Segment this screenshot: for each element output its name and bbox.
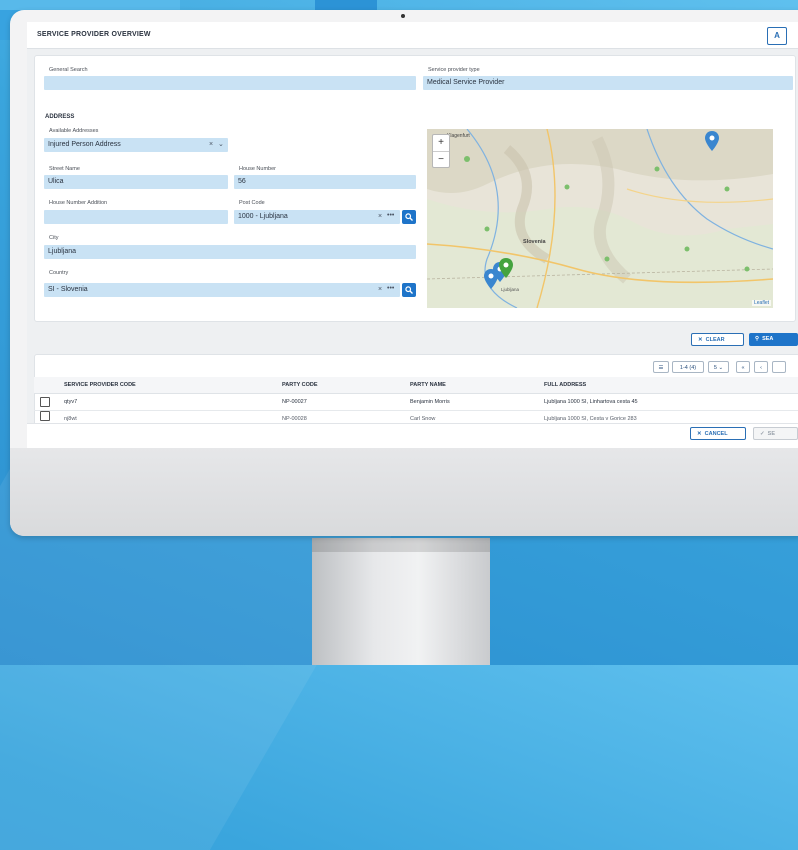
general-search-label: General Search — [49, 67, 88, 73]
dialog-footer — [27, 423, 798, 448]
search-button[interactable]: ⚲ SEA — [749, 333, 798, 346]
zoom-in-button[interactable]: + — [433, 135, 449, 152]
corner-button[interactable]: A — [767, 27, 787, 45]
clear-button-label: CLEAR — [705, 337, 725, 343]
house-number-label: House Number — [239, 166, 276, 172]
country-label: Country — [49, 270, 69, 276]
map-view[interactable]: Klagenfurt Slovenia Ljubljana + − Leafle… — [427, 129, 773, 308]
column-header[interactable]: PARTY CODE — [276, 377, 404, 394]
house-number-input[interactable]: 56 — [234, 175, 416, 189]
more-icon[interactable]: ••• — [387, 209, 394, 223]
column-header[interactable]: FULL ADDRESS — [538, 377, 798, 394]
post-code-value: 1000 - Ljubljana — [238, 213, 288, 220]
full-address-cell: Ljubljana 1000 SI, Linhartova cesta 45 — [538, 393, 798, 411]
country-search-button[interactable] — [402, 283, 416, 297]
list-view-button[interactable]: ☰ — [653, 361, 669, 373]
map-zoom-control: + − — [432, 134, 450, 168]
search-icon — [405, 213, 413, 221]
clear-button[interactable]: ✕ CLEAR — [691, 333, 744, 346]
background-shape — [0, 0, 180, 10]
available-addresses-value: Injured Person Address — [48, 141, 121, 148]
page-size-value: 5 — [713, 365, 717, 371]
party-code-cell: NP-00027 — [276, 393, 404, 411]
clear-icon[interactable]: × — [378, 283, 382, 297]
clear-icon[interactable]: × — [378, 210, 382, 224]
map-pin-icon[interactable] — [484, 269, 498, 289]
clear-icon[interactable]: × — [209, 138, 213, 152]
street-name-label: Street Name — [49, 166, 80, 172]
prev-page-button[interactable]: ‹ — [754, 361, 768, 373]
results-table: SERVICE PROVIDER CODE PARTY CODE PARTY N… — [34, 377, 798, 428]
table-header-row: SERVICE PROVIDER CODE PARTY CODE PARTY N… — [34, 377, 798, 394]
monitor-chin — [10, 448, 798, 536]
provider-code-cell: qtyv7 — [34, 393, 276, 411]
cancel-button-label: CANCEL — [704, 431, 728, 437]
chevron-down-icon: ⌄ — [718, 365, 724, 371]
cancel-button[interactable]: ✕ CANCEL — [690, 427, 746, 440]
column-header[interactable]: PARTY NAME — [404, 377, 538, 394]
party-name-cell: Benjamin Morris — [404, 393, 538, 411]
column-header[interactable]: SERVICE PROVIDER CODE — [34, 377, 276, 394]
available-addresses-label: Available Addresses — [49, 128, 99, 134]
map-label-klagenfurt: Klagenfurt — [447, 133, 470, 139]
check-icon: ✓ — [760, 431, 765, 437]
chevron-down-icon[interactable]: ⌄ — [218, 138, 224, 152]
post-code-select[interactable]: 1000 - Ljubljana × ••• — [234, 210, 400, 224]
city-input[interactable]: Ljubljana — [44, 245, 416, 259]
street-name-input[interactable]: Ulica — [44, 175, 228, 189]
pager-range: 1-4 (4) — [672, 361, 704, 373]
map-label-slovenia: Slovenia — [523, 239, 547, 245]
map-pin-selected-icon[interactable] — [499, 258, 513, 278]
map-attribution[interactable]: Leaflet — [751, 300, 771, 306]
provider-type-label: Service provider type — [428, 67, 480, 73]
address-section-title: ADDRESS — [45, 114, 75, 120]
close-icon: ✕ — [698, 337, 703, 343]
close-icon: ✕ — [697, 431, 702, 437]
map-label-ljubljana: Ljubljana — [501, 287, 520, 292]
general-search-input[interactable] — [44, 76, 416, 90]
country-select[interactable]: SI - Slovenia × ••• — [44, 283, 400, 297]
app-screen: SERVICE PROVIDER OVERVIEW A General Sear… — [27, 22, 798, 448]
post-code-search-button[interactable] — [402, 210, 416, 224]
city-label: City — [49, 235, 59, 241]
table-row[interactable]: qtyv7 NP-00027 Benjamin Morris Ljubljana… — [34, 393, 798, 411]
monitor-stand — [312, 538, 490, 665]
select-button-label: SE — [767, 431, 776, 437]
select-button[interactable]: ✓ SE — [753, 427, 798, 440]
map-pin-icon[interactable] — [705, 131, 719, 151]
row-checkbox[interactable] — [40, 397, 50, 407]
page-size-select[interactable]: 5 ⌄ — [708, 361, 729, 373]
search-button-label: SEA — [762, 336, 774, 342]
search-icon: ⚲ — [755, 336, 760, 342]
map-terrain: Klagenfurt Slovenia Ljubljana — [427, 129, 773, 308]
post-code-label: Post Code — [239, 200, 265, 206]
search-icon — [405, 286, 413, 294]
country-value: SI - Slovenia — [48, 286, 88, 293]
camera-dot — [401, 14, 405, 18]
monitor-stand-shadow — [312, 538, 490, 552]
page-title: SERVICE PROVIDER OVERVIEW — [37, 31, 151, 38]
house-number-addition-label: House Number Addition — [49, 200, 108, 206]
zoom-out-button[interactable]: − — [433, 152, 449, 168]
provider-type-select[interactable]: Medical Service Provider — [423, 76, 793, 90]
row-checkbox[interactable] — [40, 411, 50, 421]
house-number-addition-input[interactable] — [44, 210, 228, 224]
available-addresses-select[interactable]: Injured Person Address × ⌄ — [44, 138, 228, 152]
next-page-button[interactable] — [772, 361, 786, 373]
title-bar: SERVICE PROVIDER OVERVIEW A — [27, 22, 798, 49]
first-page-button[interactable]: « — [736, 361, 750, 373]
more-icon[interactable]: ••• — [387, 282, 394, 296]
